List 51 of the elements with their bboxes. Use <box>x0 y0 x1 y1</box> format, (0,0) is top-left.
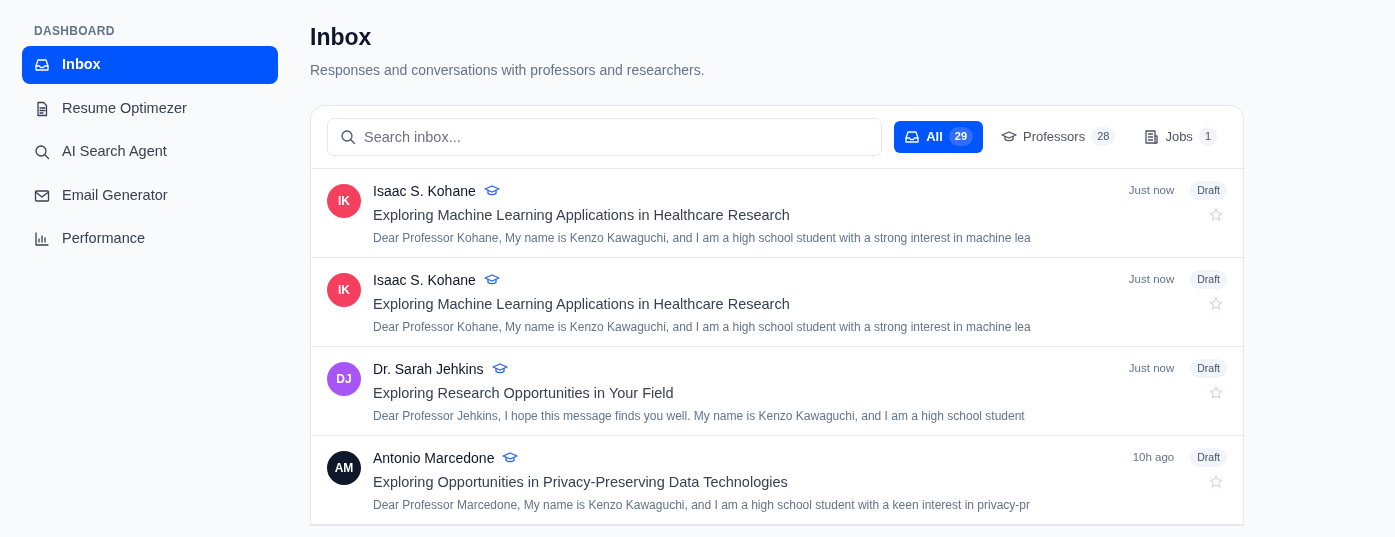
filter-tab[interactable]: Jobs 1 <box>1133 120 1227 153</box>
message-subject: Exploring Research Opportunities in Your Field <box>373 383 675 403</box>
sidebar-item[interactable]: Inbox <box>22 46 278 84</box>
sender-name: Isaac S. Kohane <box>373 270 476 290</box>
filter-tab[interactable]: Professors 28 <box>991 120 1126 153</box>
page-subtitle: Responses and conversations with professors and researchers. <box>310 60 706 80</box>
message-preview: Dear Professor Kohane, My name is Kenzo Kawaguchi, and I am a high school student with a strong interest in machine lea <box>373 319 1032 337</box>
sidebar-item[interactable]: AI Search Agent <box>22 133 278 171</box>
count-badge: 1 <box>1198 127 1217 146</box>
avatar: AM <box>327 450 361 485</box>
sidebar-item[interactable]: Resume Optimezer <box>22 89 278 128</box>
page-title: Inbox <box>310 24 373 52</box>
message-preview: Dear Professor Marcedone, My name is Kenzo Kawaguchi, and I am a high school student with a keen interest in privacy-pr <box>373 497 1031 515</box>
sidebar-item[interactable]: Performance <box>22 220 278 258</box>
bar-chart-icon <box>34 231 50 247</box>
star-icon[interactable] <box>1209 386 1223 401</box>
inbox-tray-icon <box>34 57 50 73</box>
sender-name: Dr. Sarah Jehkins <box>373 359 484 379</box>
sidebar-item[interactable]: Email Generator <box>22 176 278 215</box>
count-badge: 28 <box>1091 127 1116 146</box>
building-icon <box>1143 128 1160 145</box>
section-heading: DASHBOARD <box>34 23 116 40</box>
timestamp: 10h ago <box>1132 449 1175 465</box>
count-badge: 29 <box>948 127 973 146</box>
envelope-icon <box>34 187 50 204</box>
message-preview: Dear Professor Jehkins, I hope this message finds you well. My name is Kenzo Kawaguchi, and I am a high school student <box>373 408 1026 426</box>
draft-badge: Draft <box>1190 269 1227 290</box>
document-icon <box>34 100 50 117</box>
sender-name: Antonio Marcedone <box>373 448 495 468</box>
sender-name: Isaac S. Kohane <box>373 181 476 201</box>
timestamp: Just now <box>1128 360 1175 376</box>
star-icon[interactable] <box>1209 297 1223 312</box>
message-preview: Dear Professor Kohane, My name is Kenzo Kawaguchi, and I am a high school student with a strong interest in machine lea <box>373 230 1032 248</box>
draft-badge: Draft <box>1190 358 1227 379</box>
search-icon <box>340 128 356 145</box>
filter-tab[interactable]: All 29 <box>894 120 983 153</box>
star-icon[interactable] <box>1209 208 1223 223</box>
inbox-tray-icon <box>904 128 921 145</box>
search-field[interactable]: Search inbox... <box>327 117 883 156</box>
avatar: IK <box>327 183 361 218</box>
star-icon[interactable] <box>1209 475 1223 490</box>
avatar: DJ <box>327 361 361 396</box>
message-subject: Exploring Opportunities in Privacy-Preserving Data Technologies <box>373 472 789 492</box>
draft-badge: Draft <box>1190 447 1227 468</box>
timestamp: Just now <box>1128 182 1175 198</box>
draft-badge: Draft <box>1190 180 1227 201</box>
message-subject: Exploring Machine Learning Applications in Healthcare Research <box>373 294 791 314</box>
avatar: IK <box>327 272 361 307</box>
search-icon <box>34 144 50 160</box>
timestamp: Just now <box>1128 271 1175 287</box>
message-subject: Exploring Machine Learning Applications in Healthcare Research <box>373 205 791 225</box>
